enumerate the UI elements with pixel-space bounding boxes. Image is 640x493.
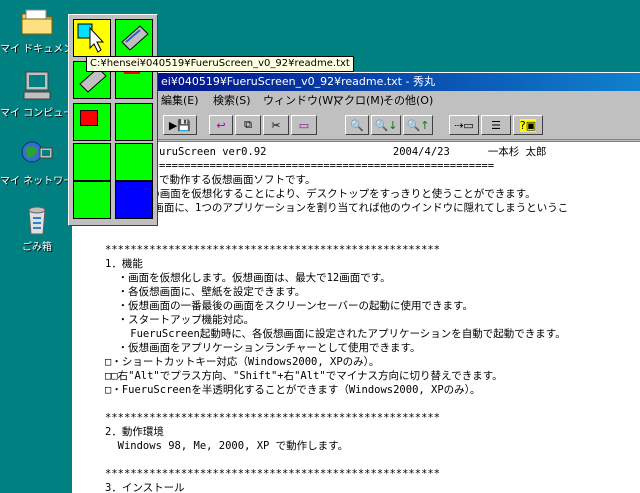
- split-window-icon: ☰: [491, 118, 501, 132]
- desktop-icon-label: マイ ドキュメント: [0, 44, 84, 55]
- desktop-icon-my-computer[interactable]: マイ コンピュータ: [0, 70, 84, 119]
- undo-button[interactable]: ↩: [209, 115, 233, 135]
- text-line: ========================================…: [159, 160, 495, 172]
- desktop-icon-my-documents[interactable]: マイ ドキュメント: [0, 6, 84, 55]
- virtual-screen-7[interactable]: [73, 143, 111, 181]
- desktop-icon-my-network[interactable]: マイ ネットワーク: [0, 138, 84, 187]
- menu-search[interactable]: 検索(S): [213, 92, 251, 110]
- text-line: 1．機能: [105, 258, 143, 270]
- paste-icon: ▭: [298, 118, 310, 132]
- text-line: で動作する仮想画面ソフトです。: [159, 174, 316, 186]
- save-icon: ▶💾: [168, 118, 192, 132]
- network-globe-icon: [20, 138, 54, 170]
- menu-window[interactable]: ウィンドウ(W): [263, 92, 337, 110]
- menu-edit[interactable]: 編集(E): [161, 92, 199, 110]
- help-button[interactable]: ?▣: [513, 115, 543, 135]
- copy-icon: ⧉: [244, 118, 252, 131]
- virtual-screen-pager: [68, 14, 158, 226]
- help-icon: ?▣: [519, 118, 537, 132]
- window-thumbnail-icon: [77, 23, 105, 53]
- save-button[interactable]: ▶💾: [163, 115, 197, 135]
- text-line: 2．動作環境: [105, 426, 164, 438]
- desktop-icon-label: ごみ箱: [22, 242, 52, 253]
- text-line: ・仮想画面の一番最後の画面をスクリーンセーバーの起動に使用できます。: [105, 300, 473, 312]
- path-tooltip: C:¥hensei¥040519¥FueruScreen_v0_92¥readm…: [86, 56, 354, 72]
- menu-other[interactable]: その他(O): [383, 92, 433, 110]
- find-up-icon: 🔍↑: [406, 118, 430, 132]
- text-line: ****************************************…: [105, 244, 441, 256]
- text-line: 3．インストール: [105, 482, 185, 493]
- menu-bar: 編集(E) 検索(S) ウィンドウ(W) マクロ(M) その他(O): [73, 92, 640, 110]
- window-marker: [80, 110, 98, 126]
- magnifier-icon: 🔍: [350, 118, 364, 132]
- text-line: ****************************************…: [105, 468, 441, 480]
- text-line: ・スタートアップ機能対応。: [105, 314, 255, 326]
- menu-macro[interactable]: マクロ(M): [333, 92, 384, 110]
- text-line: ・仮想画面をアプリケーションランチャーとして使用できます。: [105, 342, 421, 354]
- find-next-button[interactable]: 🔍↓: [371, 115, 401, 135]
- virtual-screen-9[interactable]: [73, 181, 111, 219]
- text-line: Windows 98, Me, 2000, XP で動作します。: [105, 440, 349, 452]
- text-line: Windowsの画面を仮想化することにより、デスクトップをすっきりと使うことがで…: [105, 188, 536, 200]
- virtual-screen-6[interactable]: [115, 103, 153, 141]
- jump-button[interactable]: ⇢▭: [449, 115, 479, 135]
- text-line: uruScreen ver0.92 2004/4/23 一本杉 太郎: [159, 146, 547, 158]
- copy-button[interactable]: ⧉: [235, 115, 261, 135]
- desktop-icon-label: マイ ネットワーク: [0, 176, 84, 187]
- find-button[interactable]: 🔍: [345, 115, 369, 135]
- recycle-bin-icon: [20, 204, 54, 236]
- text-line: □□右"Alt"でプラス方向、"Shift"+右"Alt"でマイナス方向に切り替…: [105, 370, 503, 382]
- text-line: ****************************************…: [105, 412, 441, 424]
- virtual-screen-1[interactable]: [73, 19, 111, 57]
- desktop-icon-recycle-bin[interactable]: ごみ箱: [0, 204, 74, 253]
- text-line: 1つの仮想画面に、1つのアプリケーションを割り当てれば他のウインドウに隠れてしま…: [105, 202, 569, 214]
- toolbar: ▶💾 ↩ ⧉ ✂ ▭ 🔍 🔍↓ 🔍↑ ⇢▭ ☰ ?▣: [73, 113, 640, 140]
- text-editor[interactable]: uruScreen ver0.92 2004/4/23 一本杉 太郎 ======…: [73, 141, 640, 493]
- app-thumbnail-icon: [121, 25, 149, 51]
- tag-icon: ⇢▭: [454, 118, 474, 132]
- virtual-screen-2[interactable]: [115, 19, 153, 57]
- virtual-screen-5[interactable]: [73, 103, 111, 141]
- window-title[interactable]: ei¥040519¥FueruScreen_v0_92¥readme.txt -…: [73, 73, 640, 91]
- undo-icon: ↩: [216, 118, 226, 132]
- scissors-icon: ✂: [271, 118, 281, 132]
- computer-icon: [20, 70, 54, 102]
- virtual-screen-10[interactable]: [115, 181, 153, 219]
- text-line: □・ショートカットキー対応（Windows2000, XPのみ）。: [105, 356, 380, 368]
- text-line: ・各仮想画面に、壁紙を設定できます。: [105, 286, 306, 298]
- virtual-screen-8[interactable]: [115, 143, 153, 181]
- cut-button[interactable]: ✂: [263, 115, 289, 135]
- folder-icon: [20, 6, 54, 38]
- find-down-icon: 🔍↓: [374, 118, 398, 132]
- split-button[interactable]: ☰: [481, 115, 511, 135]
- text-line: ・画面を仮想化します。仮想画面は、最大で12画面です。: [105, 272, 391, 284]
- desktop-icon-label: マイ コンピュータ: [0, 108, 84, 119]
- find-prev-button[interactable]: 🔍↑: [403, 115, 433, 135]
- text-line: □・FueruScreenを半透明化することができます（Windows2000,…: [105, 384, 481, 396]
- paste-button[interactable]: ▭: [291, 115, 317, 135]
- text-line: FueruScreen起動時に、各仮想画面に設定されたアプリケーションを自動で起…: [105, 328, 566, 340]
